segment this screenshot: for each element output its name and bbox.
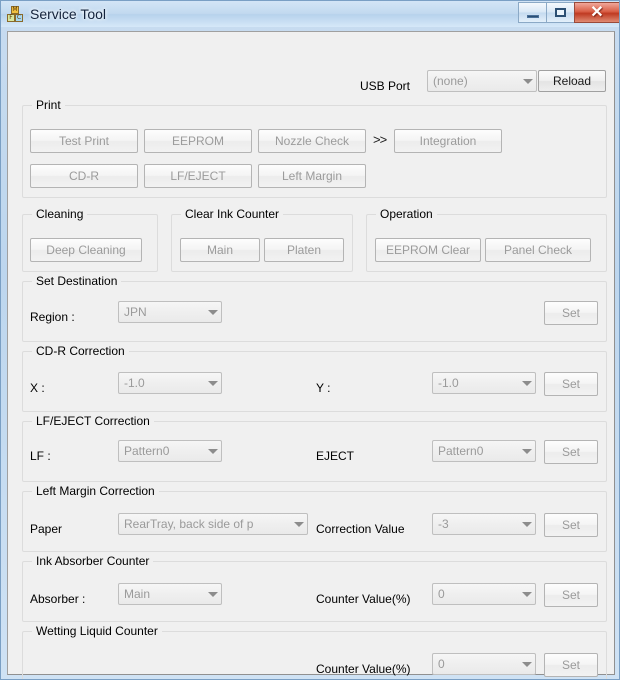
set-destination-group-title: Set Destination — [32, 274, 122, 288]
cdr-x-select[interactable]: -1.0 — [118, 372, 222, 394]
cleaning-group-title: Cleaning — [32, 207, 88, 221]
client-area: USB Port (none) Reload Print Test Print … — [7, 31, 615, 679]
cdr-y-label: Y : — [316, 381, 331, 395]
chevron-down-icon — [204, 441, 221, 461]
absorber-select[interactable]: Main — [118, 583, 222, 605]
wetting-counter-value-select[interactable]: 0 — [432, 653, 536, 675]
chevron-down-icon — [518, 373, 535, 393]
cdr-correction-group-title: CD-R Correction — [32, 344, 129, 358]
region-select[interactable]: JPN — [118, 301, 222, 323]
absorber-counter-value-select[interactable]: 0 — [432, 583, 536, 605]
eeprom-button[interactable]: EEPROM — [144, 129, 252, 153]
chevron-down-icon — [518, 441, 535, 461]
ink-absorber-counter-group-title: Ink Absorber Counter — [32, 554, 154, 568]
usb-port-value: (none) — [433, 74, 468, 88]
left-margin-correction-set-button[interactable]: Set — [544, 513, 598, 537]
panel-check-button[interactable]: Panel Check — [485, 238, 591, 262]
eject-label: EJECT — [316, 449, 355, 463]
lf-eject-correction-set-button[interactable]: Set — [544, 440, 598, 464]
correction-value-label: Correction Value — [316, 522, 405, 536]
wetting-liquid-counter-set-button[interactable]: Set — [544, 653, 598, 677]
clear-ink-platen-button[interactable]: Platen — [264, 238, 344, 262]
reload-button[interactable]: Reload — [538, 70, 606, 92]
window-controls: ✕ — [518, 2, 619, 23]
integration-button[interactable]: Integration — [394, 129, 502, 153]
maximize-button[interactable] — [546, 2, 575, 23]
chevron-down-icon — [204, 373, 221, 393]
absorber-value: Main — [124, 587, 151, 601]
set-destination-set-button[interactable]: Set — [544, 301, 598, 325]
clear-ink-counter-group-title: Clear Ink Counter — [181, 207, 284, 221]
operation-group-title: Operation — [376, 207, 437, 221]
cdr-x-label: X : — [30, 381, 45, 395]
print-group-title: Print — [32, 98, 65, 112]
lf-label: LF : — [30, 449, 51, 463]
maximize-icon — [555, 8, 566, 17]
wetting-counter-value: 0 — [438, 657, 445, 671]
cdr-x-value: -1.0 — [124, 376, 145, 390]
wetting-counter-value-label: Counter Value(%) — [316, 662, 411, 676]
close-button[interactable]: ✕ — [574, 2, 619, 23]
window-title: Service Tool — [30, 6, 107, 22]
left-margin-print-button[interactable]: Left Margin — [258, 164, 366, 188]
app-blocks-icon: M F C — [7, 5, 24, 23]
wetting-liquid-counter-group-title: Wetting Liquid Counter — [32, 624, 162, 638]
close-icon: ✕ — [590, 3, 604, 21]
usb-port-select[interactable]: (none) — [427, 70, 537, 92]
set-destination-group: Set Destination — [22, 274, 607, 342]
chevron-right-double-icon: >> — [373, 132, 387, 147]
region-label: Region : — [30, 310, 75, 324]
correction-value: -3 — [438, 517, 449, 531]
nozzle-check-button[interactable]: Nozzle Check — [258, 129, 366, 153]
usb-port-label: USB Port — [360, 79, 411, 93]
cdr-print-button[interactable]: CD-R — [30, 164, 138, 188]
eject-value: Pattern0 — [438, 444, 484, 458]
chevron-down-icon — [518, 514, 535, 534]
chevron-down-icon — [290, 514, 307, 534]
paper-value: RearTray, back side of p — [124, 517, 254, 531]
lf-eject-print-button[interactable]: LF/EJECT — [144, 164, 252, 188]
chevron-down-icon — [204, 584, 221, 604]
region-value: JPN — [124, 305, 147, 319]
title-bar[interactable]: M F C Service Tool ✕ — [1, 1, 619, 27]
left-margin-correction-group-title: Left Margin Correction — [32, 484, 159, 498]
ink-absorber-counter-set-button[interactable]: Set — [544, 583, 598, 607]
paper-select[interactable]: RearTray, back side of p — [118, 513, 308, 535]
chevron-down-icon — [519, 71, 536, 91]
eject-select[interactable]: Pattern0 — [432, 440, 536, 462]
minimize-icon — [526, 14, 539, 18]
deep-cleaning-button[interactable]: Deep Cleaning — [30, 238, 142, 262]
clear-ink-main-button[interactable]: Main — [180, 238, 260, 262]
lf-value: Pattern0 — [124, 444, 170, 458]
lf-eject-correction-group-title: LF/EJECT Correction — [32, 414, 154, 428]
chevron-down-icon — [518, 584, 535, 604]
lf-select[interactable]: Pattern0 — [118, 440, 222, 462]
cdr-correction-set-button[interactable]: Set — [544, 372, 598, 396]
chevron-down-icon — [518, 654, 535, 674]
eeprom-clear-button[interactable]: EEPROM Clear — [375, 238, 481, 262]
absorber-counter-value-label: Counter Value(%) — [316, 592, 411, 606]
service-tool-window: M F C Service Tool ✕ USB Port (none) Rel… — [0, 0, 620, 680]
absorber-label: Absorber : — [30, 592, 86, 606]
cdr-y-value: -1.0 — [438, 376, 459, 390]
cdr-y-select[interactable]: -1.0 — [432, 372, 536, 394]
chevron-down-icon — [204, 302, 221, 322]
paper-label: Paper — [30, 522, 63, 536]
absorber-counter-value: 0 — [438, 587, 445, 601]
correction-value-select[interactable]: -3 — [432, 513, 536, 535]
test-print-button[interactable]: Test Print — [30, 129, 138, 153]
minimize-button[interactable] — [518, 2, 547, 23]
